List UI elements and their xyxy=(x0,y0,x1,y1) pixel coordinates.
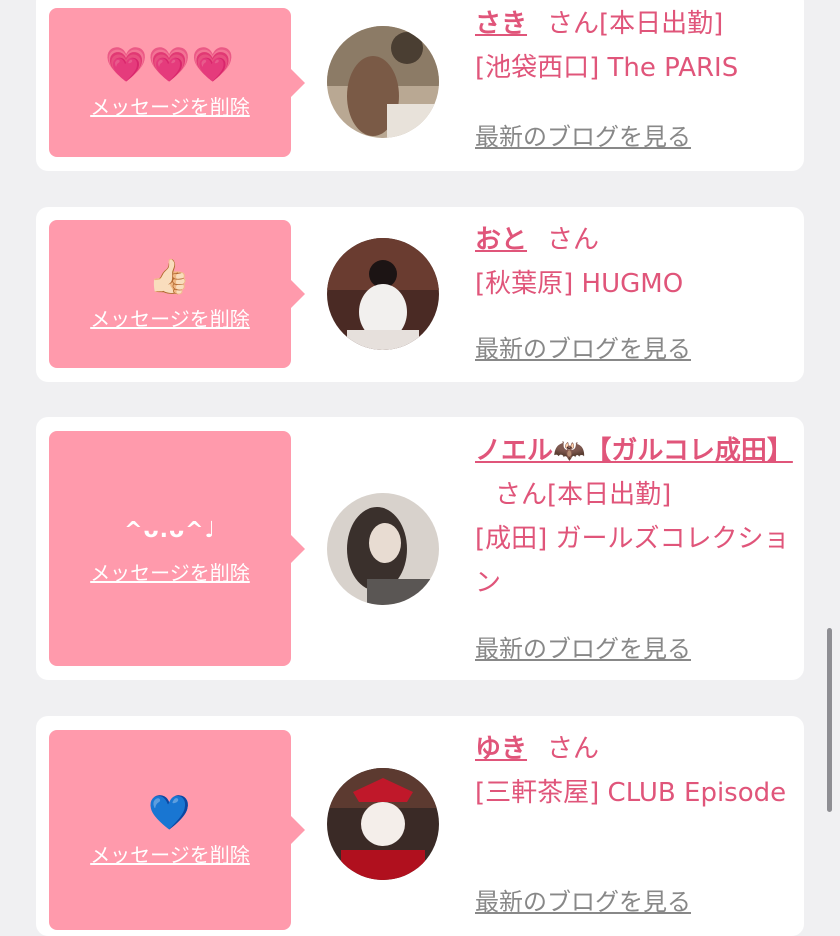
avatar-image xyxy=(327,238,439,350)
honorific: さん xyxy=(547,9,600,39)
latest-blog-link[interactable]: 最新のブログを見る xyxy=(475,882,691,917)
message-bubble: 💙 メッセージを削除 xyxy=(49,730,305,930)
avatar-image xyxy=(327,26,439,138)
message-card: ^ᴗ.ᴗ^♩ メッセージを削除 ノエル🦇【ガルコレ成田】さん[本日出勤] [成田… xyxy=(36,417,804,680)
girl-name-link[interactable]: さき xyxy=(475,9,527,39)
delete-message-link[interactable]: メッセージを削除 xyxy=(90,303,250,332)
latest-blog-link[interactable]: 最新のブログを見る xyxy=(475,329,691,364)
avatar-image xyxy=(327,493,439,605)
status-text: [本日出勤] xyxy=(547,480,672,510)
girl-name-link[interactable]: おと xyxy=(475,225,527,255)
shop-text: [秋葉原] HUGMO xyxy=(475,269,684,299)
honorific: さん xyxy=(547,225,600,255)
delete-message-link[interactable]: メッセージを削除 xyxy=(90,557,250,586)
message-card: 👍🏻 メッセージを削除 おと さん [秋葉原] HUGMO 最新のブログを見る xyxy=(36,207,804,382)
girl-info: ノエル🦇【ガルコレ成田】さん[本日出勤] [成田] ガールズコレクション xyxy=(475,429,795,605)
delete-message-link[interactable]: メッセージを削除 xyxy=(90,839,250,868)
girl-info: おと さん [秋葉原] HUGMO xyxy=(475,218,795,306)
message-bubble: 👍🏻 メッセージを削除 xyxy=(49,220,305,368)
avatar[interactable] xyxy=(327,26,439,138)
latest-blog-link[interactable]: 最新のブログを見る xyxy=(475,629,691,664)
shop-text: [成田] ガールズコレクション xyxy=(475,524,790,598)
message-bubble: 💗💗💗 メッセージを削除 xyxy=(49,8,305,157)
reaction-text: 💗💗💗 xyxy=(104,45,235,85)
message-card: 💙 メッセージを削除 ゆき さん [三軒茶屋] CLUB Episode 最新のブ… xyxy=(36,716,804,936)
reaction-text: ^ᴗ.ᴗ^♩ xyxy=(124,518,216,543)
scrollbar[interactable] xyxy=(827,628,832,812)
honorific: さん xyxy=(495,480,548,510)
avatar[interactable] xyxy=(327,768,439,880)
reaction-text: 👍🏻 xyxy=(148,256,192,297)
delete-message-link[interactable]: メッセージを削除 xyxy=(90,91,250,120)
message-bubble: ^ᴗ.ᴗ^♩ メッセージを削除 xyxy=(49,431,305,666)
latest-blog-link[interactable]: 最新のブログを見る xyxy=(475,117,691,152)
avatar[interactable] xyxy=(327,238,439,350)
status-text: [本日出勤] xyxy=(599,9,724,39)
girl-info: ゆき さん [三軒茶屋] CLUB Episode xyxy=(475,727,795,815)
girl-name-link[interactable]: ノエル🦇【ガルコレ成田】 xyxy=(475,436,793,466)
avatar[interactable] xyxy=(327,493,439,605)
avatar-image xyxy=(327,768,439,880)
reaction-text: 💙 xyxy=(148,792,192,833)
honorific: さん xyxy=(547,734,600,764)
shop-text: [三軒茶屋] CLUB Episode xyxy=(475,778,787,808)
girl-info: さき さん[本日出勤] [池袋西口] The PARIS xyxy=(475,2,795,90)
girl-name-link[interactable]: ゆき xyxy=(475,734,527,764)
shop-text: [池袋西口] The PARIS xyxy=(475,53,739,83)
message-card: 💗💗💗 メッセージを削除 さき さん[本日出勤] [池袋西口] The PARIS… xyxy=(36,0,804,171)
